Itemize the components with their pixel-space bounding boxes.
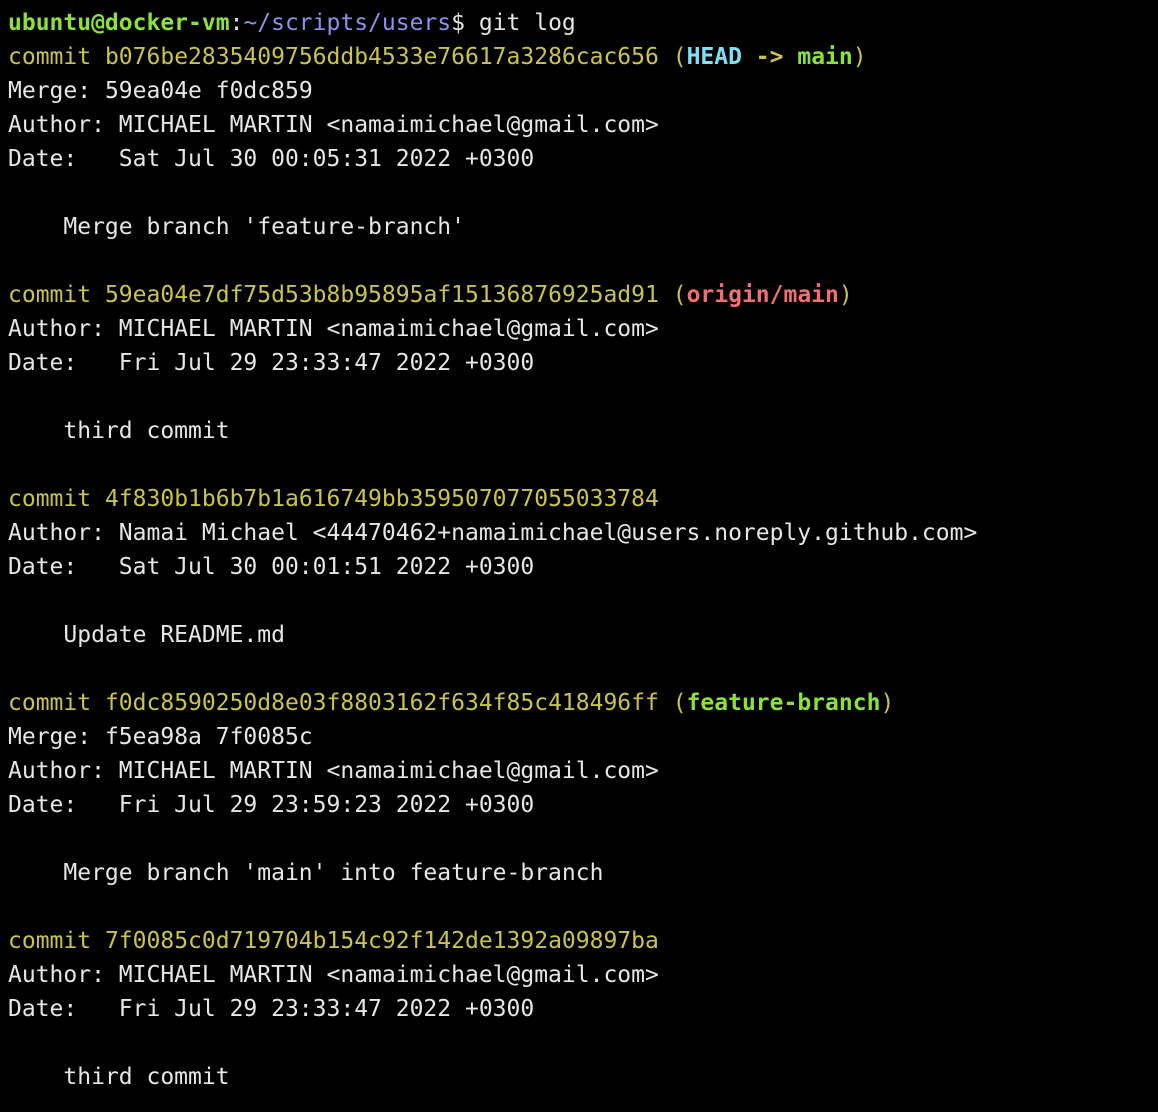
- author-line: Author: MICHAEL MARTIN <namaimichael@gma…: [8, 958, 1158, 992]
- author-line: Author: MICHAEL MARTIN <namaimichael@gma…: [8, 312, 1158, 346]
- prompt-separator: :: [229, 10, 244, 36]
- commit-label: commit: [8, 282, 92, 308]
- ref-open-paren: (: [672, 44, 687, 70]
- date-line: Date: Sat Jul 30 00:05:31 2022 +0300: [8, 142, 1158, 176]
- author-value: MICHAEL MARTIN <namaimichael@gmail.com>: [118, 962, 659, 988]
- commit-message: Update README.md: [8, 618, 1158, 652]
- commit-hash: b076be2835409756ddb4533e76617a3286cac656: [104, 44, 659, 70]
- terminal-window[interactable]: ubuntu@docker-vm:~/scripts/users$ git lo…: [0, 0, 1158, 1112]
- commit-message: third commit: [8, 1060, 1158, 1094]
- author-label: Author:: [8, 758, 105, 784]
- merge-parents: 59ea04e f0dc859: [104, 78, 313, 104]
- commit-hash: 59ea04e7df75d53b8b95895af15136876925ad91: [104, 282, 659, 308]
- date-value: Fri Jul 29 23:33:47 2022 +0300: [118, 996, 535, 1022]
- author-line: Author: MICHAEL MARTIN <namaimichael@gma…: [8, 108, 1158, 142]
- commit-line: commit 59ea04e7df75d53b8b95895af15136876…: [8, 278, 1158, 312]
- date-label: Date:: [8, 554, 78, 580]
- date-line: Date: Sat Jul 30 00:01:51 2022 +0300: [8, 550, 1158, 584]
- prompt-user-host: ubuntu@docker-vm: [8, 10, 230, 36]
- date-label: Date:: [8, 350, 78, 376]
- ref-close-paren: ): [852, 44, 867, 70]
- author-value: MICHAEL MARTIN <namaimichael@gmail.com>: [118, 112, 659, 138]
- author-value: MICHAEL MARTIN <namaimichael@gmail.com>: [118, 758, 659, 784]
- date-line: Date: Fri Jul 29 23:59:23 2022 +0300: [8, 788, 1158, 822]
- date-value: Fri Jul 29 23:59:23 2022 +0300: [118, 792, 535, 818]
- commit-message: Merge branch 'main' into feature-branch: [8, 856, 1158, 890]
- merge-parents: f5ea98a 7f0085c: [104, 724, 313, 750]
- commit-label: commit: [8, 44, 92, 70]
- commit-message-text: Update README.md: [63, 622, 285, 648]
- date-label: Date:: [8, 792, 78, 818]
- commit-label: commit: [8, 486, 92, 512]
- commit-message-text: third commit: [63, 418, 230, 444]
- merge-line: Merge: 59ea04e f0dc859: [8, 74, 1158, 108]
- command-text: git log: [478, 10, 576, 36]
- author-value: MICHAEL MARTIN <namaimichael@gmail.com>: [118, 316, 659, 342]
- commit-line: commit f0dc8590250d8e03f8803162f634f85c4…: [8, 686, 1158, 720]
- merge-line: Merge: f5ea98a 7f0085c: [8, 720, 1158, 754]
- commit-message: Merge branch 'feature-branch': [8, 210, 1158, 244]
- date-line: Date: Fri Jul 29 23:33:47 2022 +0300: [8, 992, 1158, 1026]
- date-label: Date:: [8, 996, 78, 1022]
- commit-message-text: third commit: [63, 1064, 230, 1090]
- prompt-line: ubuntu@docker-vm:~/scripts/users$ git lo…: [8, 6, 1158, 40]
- commit-message-text: Merge branch 'main' into feature-branch: [63, 860, 604, 886]
- commit-label: commit: [8, 928, 92, 954]
- author-label: Author:: [8, 316, 105, 342]
- ref-arrow: ->: [741, 44, 798, 70]
- ref-close-paren: ): [838, 282, 853, 308]
- ref-close-paren: ): [880, 690, 895, 716]
- commit-hash: f0dc8590250d8e03f8803162f634f85c418496ff: [104, 690, 659, 716]
- ref-branch-main: main: [797, 44, 853, 70]
- merge-label: Merge:: [8, 78, 92, 104]
- merge-label: Merge:: [8, 724, 92, 750]
- commit-hash: 4f830b1b6b7b1a616749bb359507077055033784: [104, 486, 659, 512]
- ref-open-paren: (: [672, 282, 687, 308]
- author-line: Author: MICHAEL MARTIN <namaimichael@gma…: [8, 754, 1158, 788]
- date-value: Sat Jul 30 00:05:31 2022 +0300: [118, 146, 535, 172]
- ref-origin-main: origin/main: [686, 282, 839, 308]
- date-value: Sat Jul 30 00:01:51 2022 +0300: [118, 554, 535, 580]
- commit-line: commit b076be2835409756ddb4533e76617a328…: [8, 40, 1158, 74]
- commit-line: commit 7f0085c0d719704b154c92f142de1392a…: [8, 924, 1158, 958]
- ref-feature-branch: feature-branch: [686, 690, 881, 716]
- prompt-symbol: $: [451, 10, 479, 36]
- commit-message: third commit: [8, 414, 1158, 448]
- commit-label: commit: [8, 690, 92, 716]
- author-label: Author:: [8, 962, 105, 988]
- author-label: Author:: [8, 520, 105, 546]
- date-label: Date:: [8, 146, 78, 172]
- date-value: Fri Jul 29 23:33:47 2022 +0300: [118, 350, 535, 376]
- author-line: Author: Namai Michael <44470462+namaimic…: [8, 516, 1158, 550]
- commit-line: commit 4f830b1b6b7b1a616749bb35950707705…: [8, 482, 1158, 516]
- commit-hash: 7f0085c0d719704b154c92f142de1392a09897ba: [104, 928, 659, 954]
- ref-open-paren: (: [672, 690, 687, 716]
- commit-message-text: Merge branch 'feature-branch': [63, 214, 465, 240]
- ref-head: HEAD: [686, 44, 742, 70]
- date-line: Date: Fri Jul 29 23:33:47 2022 +0300: [8, 346, 1158, 380]
- prompt-path: ~/scripts/users: [243, 10, 452, 36]
- author-value: Namai Michael <44470462+namaimichael@use…: [118, 520, 978, 546]
- author-label: Author:: [8, 112, 105, 138]
